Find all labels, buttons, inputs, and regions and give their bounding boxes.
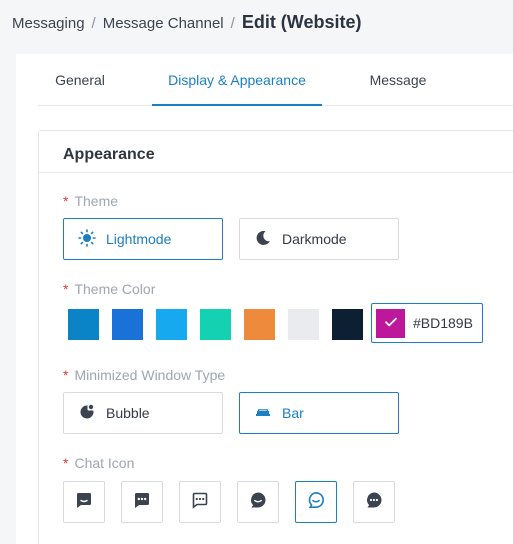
chat-smile-square-icon bbox=[74, 490, 94, 515]
theme-label: * Theme bbox=[63, 193, 118, 209]
chat-smile-round-icon bbox=[248, 490, 268, 515]
theme-color-label: * Theme Color bbox=[63, 281, 155, 297]
color-swatch[interactable] bbox=[156, 309, 187, 340]
required-mark: * bbox=[63, 367, 69, 383]
chat-icon-option[interactable] bbox=[179, 481, 221, 523]
required-mark: * bbox=[63, 193, 69, 209]
page-title: Edit (Website) bbox=[241, 12, 362, 32]
chat-icon-label-text: Chat Icon bbox=[74, 455, 135, 471]
required-mark: * bbox=[63, 455, 69, 471]
bubble-icon bbox=[78, 403, 96, 424]
color-swatch[interactable] bbox=[68, 309, 99, 340]
content-panel: General Display & Appearance Message App… bbox=[16, 54, 513, 544]
required-mark: * bbox=[63, 281, 69, 297]
chat-smile-outline-icon bbox=[306, 490, 326, 515]
chat-icon-option[interactable] bbox=[121, 481, 163, 523]
theme-option-lightmode[interactable]: Lightmode bbox=[63, 218, 223, 260]
chat-icon-option[interactable] bbox=[353, 481, 395, 523]
color-swatch[interactable] bbox=[244, 309, 275, 340]
tab-display-appearance[interactable]: Display & Appearance bbox=[152, 54, 322, 106]
breadcrumb-separator: / bbox=[91, 15, 96, 32]
theme-option-label: Lightmode bbox=[106, 231, 172, 247]
chat-dots-square-icon bbox=[132, 490, 152, 515]
chat-dots-round-icon bbox=[364, 490, 384, 515]
sun-icon bbox=[78, 228, 96, 250]
window-type-option-bubble[interactable]: Bubble bbox=[63, 392, 223, 434]
tab-general[interactable]: General bbox=[38, 54, 122, 106]
breadcrumb-separator: / bbox=[230, 15, 235, 32]
theme-color-label-text: Theme Color bbox=[74, 281, 156, 297]
theme-label-text: Theme bbox=[74, 193, 119, 209]
moon-icon bbox=[254, 229, 272, 250]
appearance-card: Appearance * Theme Lightmode Darkmode * … bbox=[38, 130, 513, 544]
theme-option-label: Darkmode bbox=[282, 231, 347, 247]
color-swatch[interactable] bbox=[112, 309, 143, 340]
color-swatch[interactable] bbox=[288, 309, 319, 340]
chat-icon-option-selected[interactable] bbox=[295, 481, 337, 523]
custom-color-chip[interactable] bbox=[376, 308, 405, 338]
chat-dots-outline-icon bbox=[190, 490, 210, 515]
breadcrumb-item-message-channel[interactable]: Message Channel bbox=[103, 15, 224, 32]
tab-bar: General Display & Appearance Message bbox=[38, 54, 513, 106]
breadcrumb: Messaging / Message Channel / Edit (Webs… bbox=[12, 12, 361, 33]
bar-icon bbox=[254, 403, 272, 424]
chat-icon-option[interactable] bbox=[63, 481, 105, 523]
chat-icon-label: * Chat Icon bbox=[63, 455, 134, 471]
breadcrumb-item-messaging[interactable]: Messaging bbox=[12, 15, 85, 32]
tab-message[interactable]: Message bbox=[350, 54, 446, 106]
appearance-title: Appearance bbox=[39, 131, 513, 173]
window-type-label-text: Minimized Window Type bbox=[74, 367, 226, 383]
window-type-option-label: Bar bbox=[282, 405, 304, 421]
window-type-option-label: Bubble bbox=[106, 405, 150, 421]
window-type-option-bar[interactable]: Bar bbox=[239, 392, 399, 434]
chat-icon-option[interactable] bbox=[237, 481, 279, 523]
theme-option-darkmode[interactable]: Darkmode bbox=[239, 218, 399, 260]
window-type-label: * Minimized Window Type bbox=[63, 367, 225, 383]
custom-color-value: #BD189B bbox=[413, 315, 473, 331]
check-icon bbox=[384, 315, 398, 332]
custom-color-field[interactable]: #BD189B bbox=[371, 303, 483, 343]
color-swatch[interactable] bbox=[200, 309, 231, 340]
color-swatch[interactable] bbox=[332, 309, 363, 340]
